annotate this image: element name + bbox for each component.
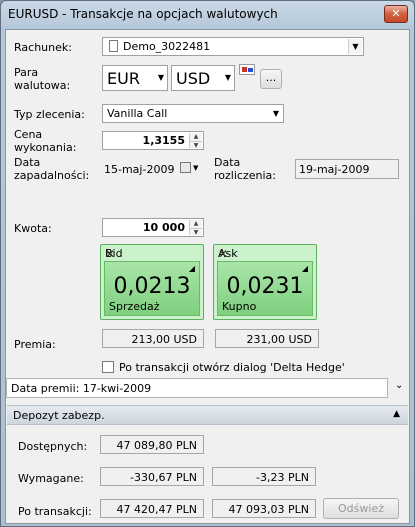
ask-panel[interactable]: Ask ✕ ◢ 0,0231 Kupno — [213, 244, 317, 320]
pair-label-line1: Para — [14, 66, 39, 79]
account-value: Demo_3022481 — [123, 40, 211, 53]
base-currency-select[interactable]: EUR ▼ — [102, 65, 168, 91]
strike-input[interactable]: 1,3155 ▲ ▼ — [102, 131, 204, 150]
strike-spinner[interactable]: ▲ ▼ — [189, 133, 202, 149]
premium-date-bar: Data premii: 17-kwi-2009 — [6, 378, 388, 398]
chevron-down-icon[interactable]: ▼ — [158, 73, 164, 82]
chevron-down-icon[interactable]: ▼ — [193, 164, 198, 172]
quote-currency-value: USD — [176, 69, 211, 88]
settlement-label-line2: rozliczenia: — [214, 169, 276, 182]
deposit-section-header[interactable]: Depozyt zabezp. ▲ — [7, 405, 408, 425]
strike-label-line1: Cena — [14, 128, 43, 141]
chevron-down-icon[interactable]: ▼ — [348, 39, 362, 54]
close-button[interactable]: ✕ — [384, 5, 408, 23]
quote-currency-select[interactable]: USD ▼ — [171, 65, 235, 91]
chevron-down-icon[interactable]: ▼ — [225, 73, 231, 82]
order-type-value: Vanilla Call — [107, 107, 168, 120]
delta-hedge-checkbox[interactable] — [102, 361, 114, 373]
premium-date-text: Data premii: 17-kwi-2009 — [11, 382, 152, 395]
expiry-label-line2: zapadalności: — [14, 169, 90, 182]
amount-spinner[interactable]: ▲ ▼ — [189, 220, 202, 236]
amount-input[interactable]: 10 000 ▲ ▼ — [102, 218, 204, 237]
required-label: Wymagane: — [18, 472, 84, 485]
expiry-date-picker[interactable]: 15-maj-2009 ▼ — [102, 160, 204, 179]
base-currency-value: EUR — [107, 69, 140, 88]
close-icon[interactable]: ✕ — [105, 247, 199, 261]
after-buy-field: 47 093,03 PLN — [212, 499, 316, 518]
chevron-up-icon[interactable]: ▲ — [393, 409, 400, 419]
ask-premium-field: 231,00 USD — [215, 329, 319, 348]
strike-value: 1,3155 — [142, 134, 185, 147]
form-panel: Rachunek: Demo_3022481 ▼ Para walutowa: … — [5, 29, 410, 524]
document-icon — [109, 40, 118, 52]
window-title: EURUSD - Transakcje na opcjach walutowyc… — [8, 7, 278, 21]
settlement-date-field: 19-maj-2009 — [295, 159, 399, 179]
settlement-label-line1: Data — [214, 156, 241, 169]
flag-icon[interactable] — [239, 64, 255, 75]
account-label: Rachunek: — [14, 41, 72, 54]
sell-button[interactable]: ◢ 0,0213 Sprzedaż — [104, 261, 200, 316]
premium-label: Premia: — [14, 338, 56, 351]
bid-premium-field: 213,00 USD — [102, 329, 204, 348]
after-sell-field: 47 420,47 PLN — [100, 499, 204, 518]
title-bar[interactable]: EURUSD - Transakcje na opcjach walutowyc… — [1, 1, 414, 29]
expiry-label-line1: Data — [14, 156, 41, 169]
buy-label: Kupno — [222, 300, 257, 313]
order-type-label: Typ zlecenia: — [14, 108, 85, 121]
ask-panel-header: Ask ✕ — [214, 245, 316, 261]
delta-hedge-label[interactable]: Po transakcji otwórz dialog 'Delta Hedge… — [119, 361, 345, 374]
sell-label: Sprzedaż — [109, 300, 160, 313]
refresh-button[interactable]: Odśwież — [323, 498, 399, 519]
required-sell-field: -330,67 PLN — [100, 467, 204, 486]
chevron-down-icon[interactable]: ⌄ — [395, 380, 403, 391]
bid-panel[interactable]: Bid ✕ ◢ 0,0213 Sprzedaż — [100, 244, 204, 320]
deposit-header-label: Depozyt zabezp. — [13, 409, 105, 422]
close-icon[interactable]: ✕ — [218, 247, 312, 261]
after-transaction-label: Po transakcji: — [18, 505, 92, 518]
expand-icon: ◢ — [188, 264, 195, 273]
order-type-select[interactable]: Vanilla Call ▼ — [102, 104, 284, 123]
spin-down-icon[interactable]: ▼ — [190, 227, 202, 236]
options-window: EURUSD - Transakcje na opcjach walutowyc… — [0, 0, 415, 527]
pair-label-line2: walutowa: — [14, 79, 71, 92]
expand-icon: ◢ — [301, 264, 308, 273]
expiry-date-value: 15-maj-2009 — [104, 163, 175, 176]
required-buy-field: -3,23 PLN — [212, 467, 316, 486]
ask-price: 0,0231 — [226, 274, 304, 299]
spin-up-icon[interactable]: ▲ — [190, 133, 202, 141]
chevron-down-icon[interactable]: ▼ — [273, 109, 279, 118]
calendar-icon[interactable] — [180, 162, 191, 173]
amount-label: Kwota: — [14, 222, 52, 235]
more-pair-options-button[interactable]: ... — [260, 69, 282, 89]
account-select[interactable]: Demo_3022481 ▼ — [102, 37, 364, 56]
strike-label-line2: wykonania: — [14, 141, 77, 154]
bid-price: 0,0213 — [113, 274, 191, 299]
spin-down-icon[interactable]: ▼ — [190, 140, 202, 149]
buy-button[interactable]: ◢ 0,0231 Kupno — [217, 261, 313, 316]
bid-panel-header: Bid ✕ — [101, 245, 203, 261]
available-field: 47 089,80 PLN — [100, 435, 204, 454]
spin-up-icon[interactable]: ▲ — [190, 220, 202, 228]
amount-value: 10 000 — [142, 221, 185, 234]
available-label: Dostępnych: — [18, 440, 88, 453]
